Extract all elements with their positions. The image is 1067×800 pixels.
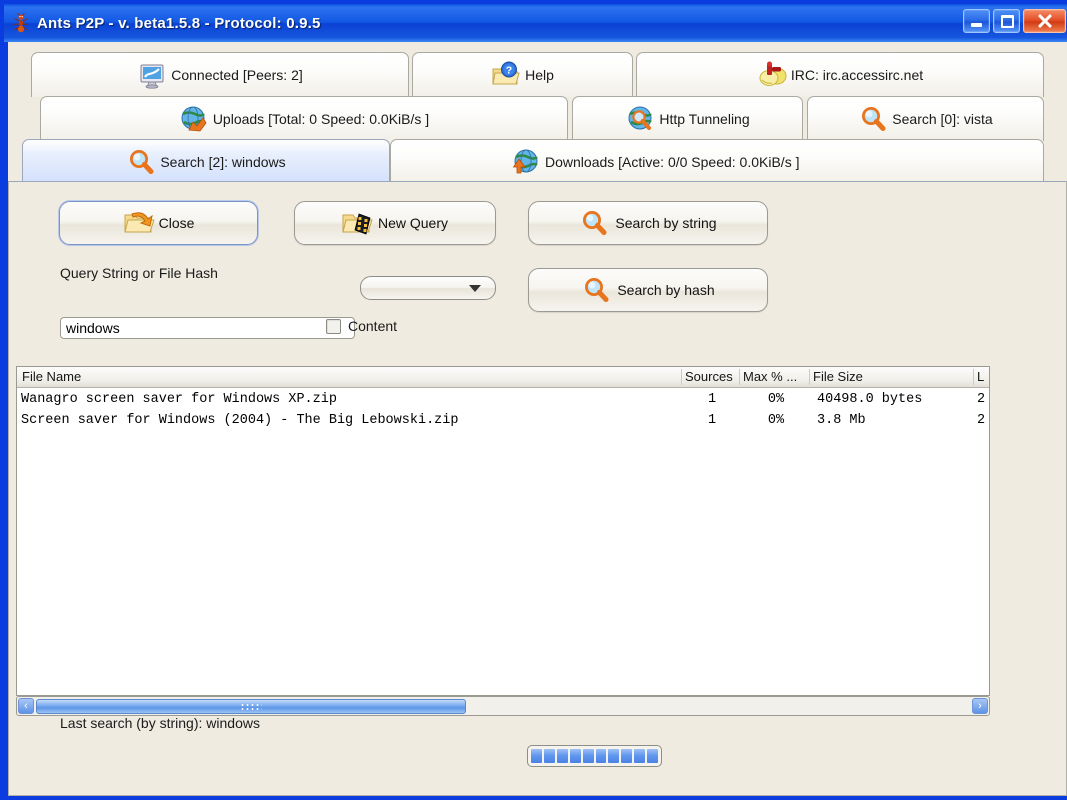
- tab-strip: Connected [Peers: 2] ? Help IRC: irc.acc…: [8, 42, 1067, 181]
- tab-label: Http Tunneling: [659, 111, 750, 127]
- monitor-icon: [137, 60, 167, 90]
- tab-label: Search [2]: windows: [160, 154, 286, 170]
- table-row[interactable]: Screen saver for Windows (2004) - The Bi…: [17, 410, 989, 431]
- button-label: New Query: [377, 215, 449, 231]
- window-title: Ants P2P - v. beta1.5.8 - Protocol: 0.9.…: [37, 14, 321, 32]
- minimize-button[interactable]: [963, 9, 990, 33]
- horizontal-scrollbar[interactable]: ‹ ›: [16, 696, 990, 716]
- search-by-hash-button[interactable]: Search by hash: [528, 268, 768, 312]
- scroll-right-icon: ›: [978, 699, 982, 712]
- tab-label: IRC: irc.accessirc.net: [790, 67, 924, 83]
- svg-text:?: ?: [506, 65, 512, 77]
- globe-upload-icon: [179, 104, 209, 134]
- search-progress-bar: [527, 745, 662, 767]
- button-label: Close: [158, 215, 195, 231]
- query-history-combo-visible[interactable]: [360, 276, 496, 300]
- cell-sources: 1: [707, 413, 717, 428]
- magnifier-icon: [581, 275, 613, 305]
- tab-label: Search [0]: vista: [892, 111, 993, 127]
- tab-label: Connected [Peers: 2]: [171, 67, 303, 83]
- search-panel: Close New Query Search by string Search …: [8, 181, 1067, 796]
- globe-download-icon: [511, 147, 541, 177]
- tab-downloads[interactable]: Downloads [Active: 0/0 Speed: 0.0KiB/s ]: [390, 139, 1044, 181]
- cell-file-size: 3.8 Mb: [817, 413, 866, 428]
- tab-search-windows[interactable]: Search [2]: windows: [22, 139, 390, 181]
- maximize-button[interactable]: [993, 9, 1020, 33]
- irc-chat-icon: [757, 60, 787, 90]
- chevron-down-icon: [469, 285, 481, 292]
- tab-connected[interactable]: Connected [Peers: 2]: [31, 52, 409, 97]
- cell-file-name: Wanagro screen saver for Windows XP.zip: [21, 392, 337, 407]
- magnifier-icon: [579, 208, 611, 238]
- search-by-string-button[interactable]: Search by string: [528, 201, 768, 245]
- scroll-left-icon: ‹: [24, 699, 28, 712]
- close-button-toolbar[interactable]: Close: [59, 201, 258, 245]
- cell-file-name: Screen saver for Windows (2004) - The Bi…: [21, 413, 459, 428]
- ant-icon: [11, 13, 31, 33]
- tab-uploads[interactable]: Uploads [Total: 0 Speed: 0.0KiB/s ]: [40, 96, 568, 141]
- table-header-row: File Name Sources Max % ... File Size L: [17, 367, 989, 388]
- results-table[interactable]: File Name Sources Max % ... File Size L …: [16, 366, 990, 696]
- content-checkbox[interactable]: [326, 319, 341, 334]
- magnifier-icon: [126, 147, 156, 177]
- tab-label: Uploads [Total: 0 Speed: 0.0KiB/s ]: [212, 111, 430, 127]
- cell-max-pct: 0%: [767, 413, 785, 428]
- tab-label: Help: [525, 67, 554, 83]
- table-row[interactable]: Wanagro screen saver for Windows XP.zip …: [17, 389, 989, 410]
- cell-last: 2: [977, 413, 986, 428]
- cell-file-size: 40498.0 bytes: [817, 392, 923, 407]
- application-window: Ants P2P - v. beta1.5.8 - Protocol: 0.9.…: [0, 0, 1067, 800]
- last-search-status: Last search (by string): windows: [60, 715, 260, 731]
- window-controls: [963, 9, 1066, 33]
- query-field-label: Query String or File Hash: [60, 265, 218, 281]
- column-header-last[interactable]: L: [977, 367, 989, 387]
- button-label: Search by string: [615, 215, 717, 231]
- tab-search-vista[interactable]: Search [0]: vista: [807, 96, 1044, 141]
- column-header-file-name[interactable]: File Name: [22, 367, 682, 387]
- button-label: Search by hash: [617, 282, 715, 298]
- folder-back-arrow-icon: [123, 208, 155, 238]
- column-header-max-pct[interactable]: Max % ...: [743, 367, 809, 387]
- title-bar: Ants P2P - v. beta1.5.8 - Protocol: 0.9.…: [4, 4, 1067, 42]
- cell-last: 2: [977, 392, 986, 407]
- content-checkbox-label: Content: [348, 318, 398, 334]
- column-header-file-size[interactable]: File Size: [813, 367, 973, 387]
- cell-max-pct: 0%: [767, 392, 785, 407]
- tab-help[interactable]: ? Help: [412, 52, 633, 97]
- close-button[interactable]: [1023, 9, 1066, 33]
- magnifier-icon: [858, 104, 888, 134]
- folder-film-icon: [342, 208, 374, 238]
- cell-sources: 1: [707, 392, 717, 407]
- search-input[interactable]: [60, 317, 355, 339]
- scroll-right-button[interactable]: ›: [972, 698, 988, 714]
- search-panel-inner: Close New Query Search by string Search …: [15, 188, 1060, 788]
- scrollbar-grip: [240, 702, 262, 711]
- tab-irc[interactable]: IRC: irc.accessirc.net: [636, 52, 1044, 97]
- tab-http-tunneling[interactable]: Http Tunneling: [572, 96, 803, 141]
- column-header-sources[interactable]: Sources: [685, 367, 739, 387]
- scrollbar-thumb[interactable]: [36, 699, 466, 714]
- new-query-button[interactable]: New Query: [294, 201, 496, 245]
- scroll-left-button[interactable]: ‹: [18, 698, 34, 714]
- globe-search-icon: [625, 104, 655, 134]
- help-folder-icon: ?: [491, 60, 521, 90]
- tab-label: Downloads [Active: 0/0 Speed: 0.0KiB/s ]: [545, 154, 800, 170]
